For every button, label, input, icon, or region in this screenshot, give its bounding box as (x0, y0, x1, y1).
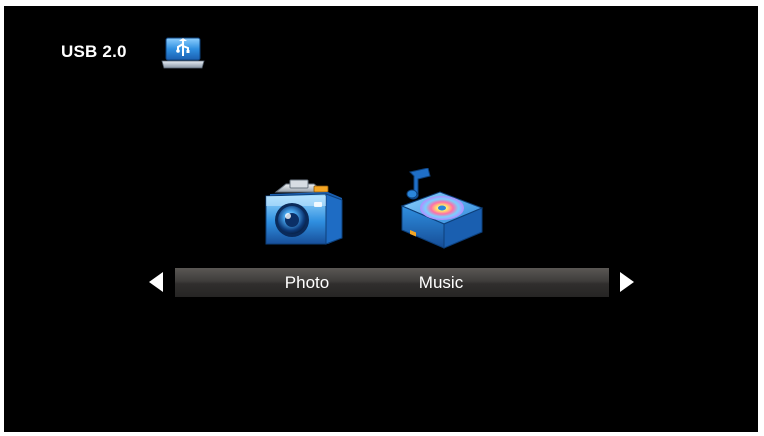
music-box-icon[interactable] (396, 168, 486, 250)
media-menu-bar: Photo Music (175, 268, 609, 297)
arrow-left-icon[interactable] (149, 272, 163, 292)
menu-item-photo[interactable]: Photo (267, 268, 347, 297)
usb-drive-icon (161, 37, 205, 69)
arrow-right-icon[interactable] (620, 272, 634, 292)
tv-screen: USB 2.0 Photo Music (4, 6, 758, 432)
camera-icon[interactable] (262, 174, 346, 248)
menu-item-music[interactable]: Music (401, 268, 481, 297)
source-label: USB 2.0 (61, 42, 127, 61)
